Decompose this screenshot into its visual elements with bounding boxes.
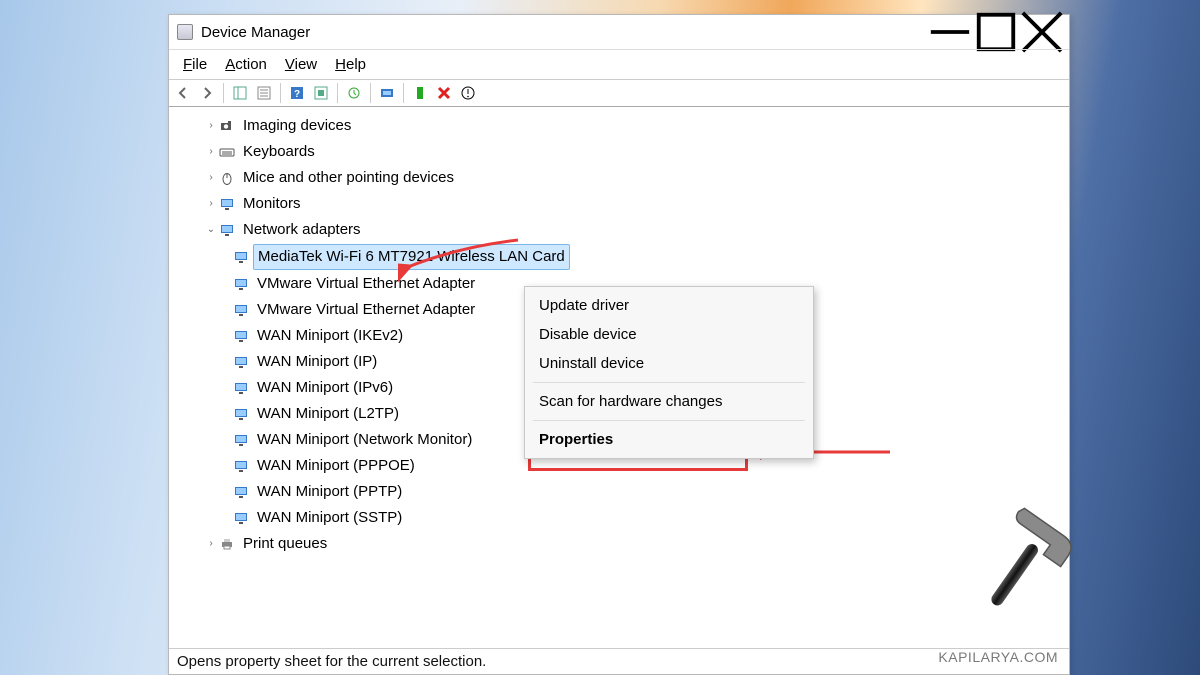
close-button[interactable] <box>1019 17 1065 47</box>
tree-item-adapter[interactable]: WAN Miniport (SSTP) <box>169 505 1069 531</box>
toolbar: ? <box>169 79 1069 107</box>
adapter-icon <box>233 328 249 344</box>
ctx-scan-hardware[interactable]: Scan for hardware changes <box>525 387 813 416</box>
ctx-separator <box>533 420 805 421</box>
update-driver-button[interactable] <box>344 83 364 103</box>
adapter-icon <box>233 354 249 370</box>
chevron-right-icon[interactable]: › <box>203 170 219 186</box>
menu-action[interactable]: Action <box>217 54 275 75</box>
uninstall-button[interactable] <box>458 83 478 103</box>
menu-view[interactable]: View <box>277 54 325 75</box>
back-button[interactable] <box>173 83 193 103</box>
show-hide-tree-button[interactable] <box>230 83 250 103</box>
mouse-icon <box>219 170 235 186</box>
context-menu: Update driver Disable device Uninstall d… <box>524 286 814 459</box>
menu-file[interactable]: File <box>175 54 215 75</box>
ctx-disable-device[interactable]: Disable device <box>525 320 813 349</box>
camera-icon <box>219 118 235 134</box>
forward-button[interactable] <box>197 83 217 103</box>
help-button[interactable]: ? <box>287 83 307 103</box>
tree-item-imaging[interactable]: ›Imaging devices <box>169 113 1069 139</box>
maximize-button[interactable] <box>973 17 1019 47</box>
ctx-properties[interactable]: Properties <box>525 425 813 454</box>
titlebar: Device Manager <box>169 15 1069 49</box>
network-icon <box>219 222 235 238</box>
properties-button[interactable] <box>254 83 274 103</box>
tree-item-adapter[interactable]: WAN Miniport (PPTP) <box>169 479 1069 505</box>
chevron-right-icon[interactable]: › <box>203 118 219 134</box>
ctx-uninstall-device[interactable]: Uninstall device <box>525 349 813 378</box>
window-title: Device Manager <box>201 24 310 41</box>
status-text: Opens property sheet for the current sel… <box>177 653 486 670</box>
scan-hardware-button[interactable] <box>377 83 397 103</box>
app-icon <box>177 24 193 40</box>
adapter-icon <box>233 406 249 422</box>
disable-button[interactable] <box>434 83 454 103</box>
adapter-icon <box>233 302 249 318</box>
tree-item-keyboards[interactable]: ›Keyboards <box>169 139 1069 165</box>
tree-item-monitors[interactable]: ›Monitors <box>169 191 1069 217</box>
tree-item-print[interactable]: ›Print queues <box>169 531 1069 557</box>
selected-adapter: MediaTek Wi-Fi 6 MT7921 Wireless LAN Car… <box>253 244 570 270</box>
chevron-right-icon[interactable]: › <box>203 536 219 552</box>
keyboard-icon <box>219 144 235 160</box>
adapter-icon <box>233 484 249 500</box>
minimize-button[interactable] <box>927 17 973 47</box>
enable-button[interactable] <box>410 83 430 103</box>
chevron-down-icon[interactable]: ⌄ <box>203 222 219 238</box>
adapter-icon <box>233 510 249 526</box>
ctx-update-driver[interactable]: Update driver <box>525 291 813 320</box>
menubar: File Action View Help <box>169 49 1069 79</box>
svg-text:?: ? <box>294 89 300 100</box>
watermark: KAPILARYA.COM <box>938 649 1058 665</box>
chevron-right-icon[interactable]: › <box>203 144 219 160</box>
adapter-icon <box>233 276 249 292</box>
adapter-icon <box>233 458 249 474</box>
adapter-icon <box>233 249 249 265</box>
printer-icon <box>219 536 235 552</box>
chevron-right-icon[interactable]: › <box>203 196 219 212</box>
adapter-icon <box>233 380 249 396</box>
menu-help[interactable]: Help <box>327 54 374 75</box>
tree-item-mice[interactable]: ›Mice and other pointing devices <box>169 165 1069 191</box>
ctx-separator <box>533 382 805 383</box>
statusbar: Opens property sheet for the current sel… <box>169 648 1069 674</box>
monitor-icon <box>219 196 235 212</box>
tree-item-network[interactable]: ⌄Network adapters <box>169 217 1069 243</box>
tree-item-adapter[interactable]: MediaTek Wi-Fi 6 MT7921 Wireless LAN Car… <box>169 243 1069 271</box>
action-button[interactable] <box>311 83 331 103</box>
adapter-icon <box>233 432 249 448</box>
